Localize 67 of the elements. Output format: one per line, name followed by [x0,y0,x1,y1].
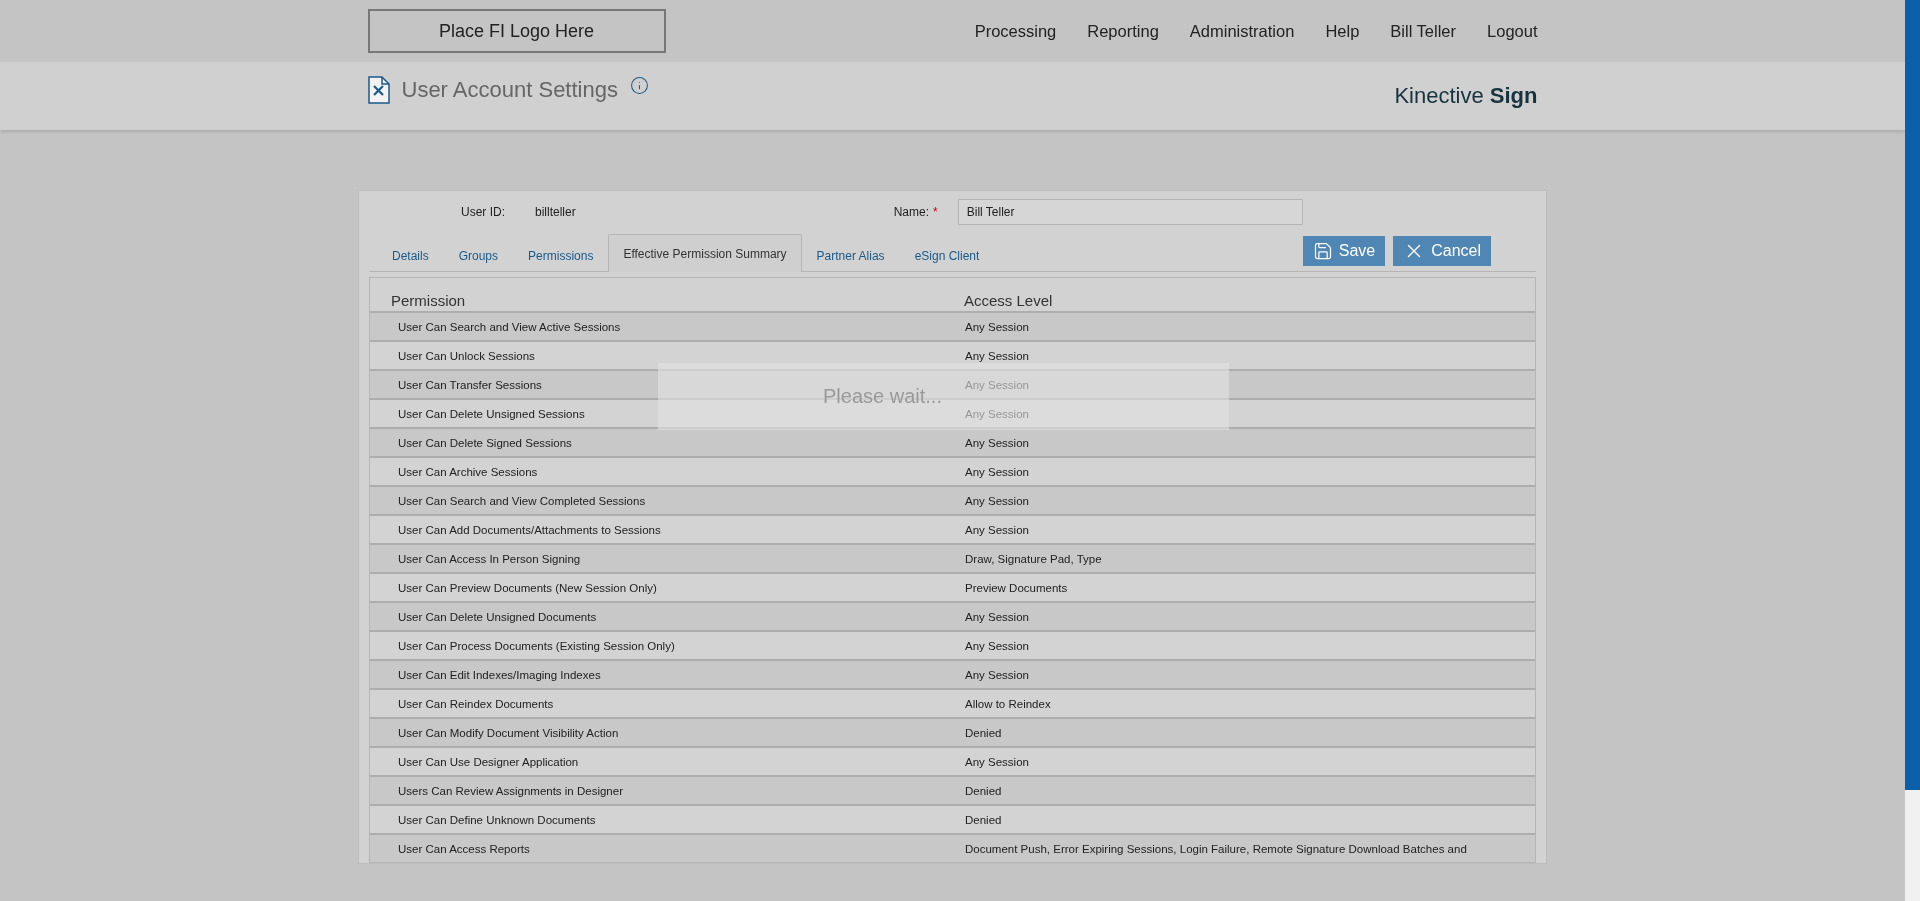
table-cell-text: Denied [964,813,1003,826]
table-cell-text: User Can Delete Signed Sessions [397,436,573,449]
table-cell-text: User Can Search and View Completed Sessions [397,494,647,507]
table-cell-text: User Can Use Designer Application [397,755,580,768]
required-mark: * [933,205,938,219]
table-cell-text: Users Can Review Assignments in Designer [397,784,624,797]
column-header: Access Level [963,292,1054,309]
table-cell-text: User Can Search and View Active Sessions [397,320,622,333]
table-cell-text: Any Session [964,349,1030,362]
user-id-value: billteller [535,205,576,219]
tab[interactable]: eSign Client [899,238,995,272]
field-label: User ID: [461,205,505,219]
nav-link[interactable]: Help [1325,21,1360,41]
save-icon [1312,241,1333,261]
info-icon[interactable] [629,76,649,95]
table-cell-text: User Can Archive Sessions [397,465,539,478]
tab[interactable]: Details [377,238,444,272]
tab[interactable]: Groups [443,238,514,272]
table-cell-text: Any Session [964,610,1030,623]
table-cell-text: Any Session [964,436,1030,449]
table-cell-text: Any Session [964,494,1030,507]
table-cell-text: Any Session [964,465,1030,478]
table-cell-text: Any Session [964,755,1030,768]
logo-text: Place FI Logo Here [438,20,595,42]
table-cell-text: Allow to Reindex [964,697,1052,710]
table-cell-text: User Can Access In Person Signing [397,552,582,565]
nav-link[interactable]: Reporting [1087,21,1159,41]
table-cell-text: Any Session [964,523,1030,536]
nav-link[interactable]: Logout [1487,21,1538,41]
table-cell-text: Denied [964,726,1003,739]
table-cell-text: Any Session [964,668,1030,681]
table-cell-text: Preview Documents [964,581,1069,594]
table-cell-text: Any Session [964,320,1030,333]
column-header: Permission [390,292,467,309]
save-button[interactable]: Save [1302,236,1386,266]
table-cell-text: User Can Delete Unsigned Documents [397,610,598,623]
table-cell-text: User Can Define Unknown Documents [397,813,597,826]
nav-link[interactable]: Administration [1189,21,1295,41]
nav-link[interactable]: Bill Teller [1390,21,1457,41]
table-cell-text: User Can Delete Unsigned Sessions [397,407,586,420]
tab[interactable]: Effective Permission Summary [608,234,802,272]
table-cell-text: Any Session [964,407,1030,420]
table-cell-text: User Can Access Reports [397,842,531,855]
table-cell-text: Document Push, Error Expiring Sessions, Login Failure, Remote Signature Download Batches and [964,842,1468,855]
tab[interactable]: Partner Alias [801,238,900,272]
table-cell-text: Any Session [964,639,1030,652]
name-field[interactable]: Bill Teller [957,199,1303,225]
table-cell-text: Draw, Signature Pad, Type [964,552,1103,565]
table-cell-text: User Can Add Documents/Attachments to Sessions [397,523,662,536]
cancel-button[interactable]: Cancel [1393,236,1491,266]
table-cell-text: User Can Modify Document Visibility Action [397,726,620,739]
table-cell-text: User Can Process Documents (Existing Session Only) [397,639,676,652]
table-cell-text: User Can Reindex Documents [397,697,555,710]
loading-message: Please wait... [823,385,942,408]
tab[interactable]: Permissions [513,238,609,272]
table-cell-text: Denied [964,784,1003,797]
brand-name: Kinective Sign [1394,83,1538,109]
table-cell-text: User Can Edit Indexes/Imaging Indexes [397,668,602,681]
table-cell-text: Any Session [964,378,1030,391]
document-tools-icon [367,76,390,104]
field-label: Name: [893,205,930,219]
scrollbar-thumb[interactable] [1905,0,1920,790]
nav-link[interactable]: Processing [974,21,1057,41]
table-cell-text: User Can Transfer Sessions [397,378,543,391]
table-cell-text: User Can Unlock Sessions [397,349,536,362]
table-cell-text: User Can Preview Documents (New Session Only) [397,581,658,594]
page-title: User Account Settings [401,77,618,103]
